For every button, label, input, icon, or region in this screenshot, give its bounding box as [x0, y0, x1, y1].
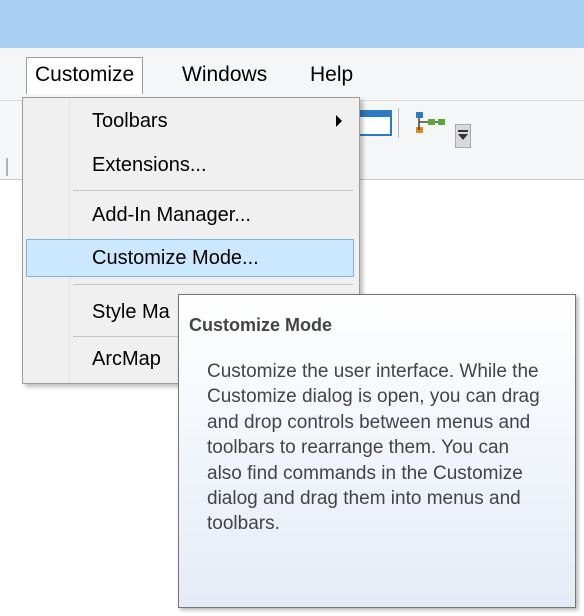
toolbar-overflow-icon[interactable]: [455, 124, 471, 148]
toolbar-grip[interactable]: [6, 158, 8, 176]
window-title-bar: [0, 0, 584, 48]
menu-item-label: Add-In Manager...: [92, 204, 251, 226]
menu-help[interactable]: Help: [302, 58, 361, 92]
menu-item-label: Toolbars: [92, 110, 168, 132]
toolbar-separator: [398, 108, 399, 138]
window-icon[interactable]: [358, 110, 392, 136]
tooltip-body: Customize the user interface. While the …: [207, 361, 540, 535]
menu-windows[interactable]: Windows: [174, 58, 275, 92]
menu-item-label: ArcMap: [92, 348, 161, 370]
menu-customize[interactable]: Customize: [26, 57, 144, 94]
graph-tree-icon[interactable]: [414, 110, 446, 136]
menu-bar: Customize Windows Help: [0, 48, 584, 101]
menu-item-customize-mode[interactable]: Customize Mode...: [26, 239, 354, 277]
tooltip-title: Customize Mode: [189, 315, 333, 335]
menu-item-toolbars[interactable]: Toolbars: [26, 102, 354, 140]
tooltip-customize-mode: Customize Mode Customize the user interf…: [178, 294, 576, 608]
menu-item-extensions[interactable]: Extensions...: [26, 146, 354, 184]
menu-item-add-in-manager[interactable]: Add-In Manager...: [26, 196, 354, 234]
menu-item-label: Extensions...: [92, 154, 207, 176]
menu-separator: [73, 284, 353, 285]
menu-item-label: Style Ma: [92, 301, 170, 323]
submenu-arrow-icon: [336, 115, 342, 127]
menu-separator: [73, 190, 353, 191]
menu-item-label: Customize Mode...: [92, 247, 259, 269]
